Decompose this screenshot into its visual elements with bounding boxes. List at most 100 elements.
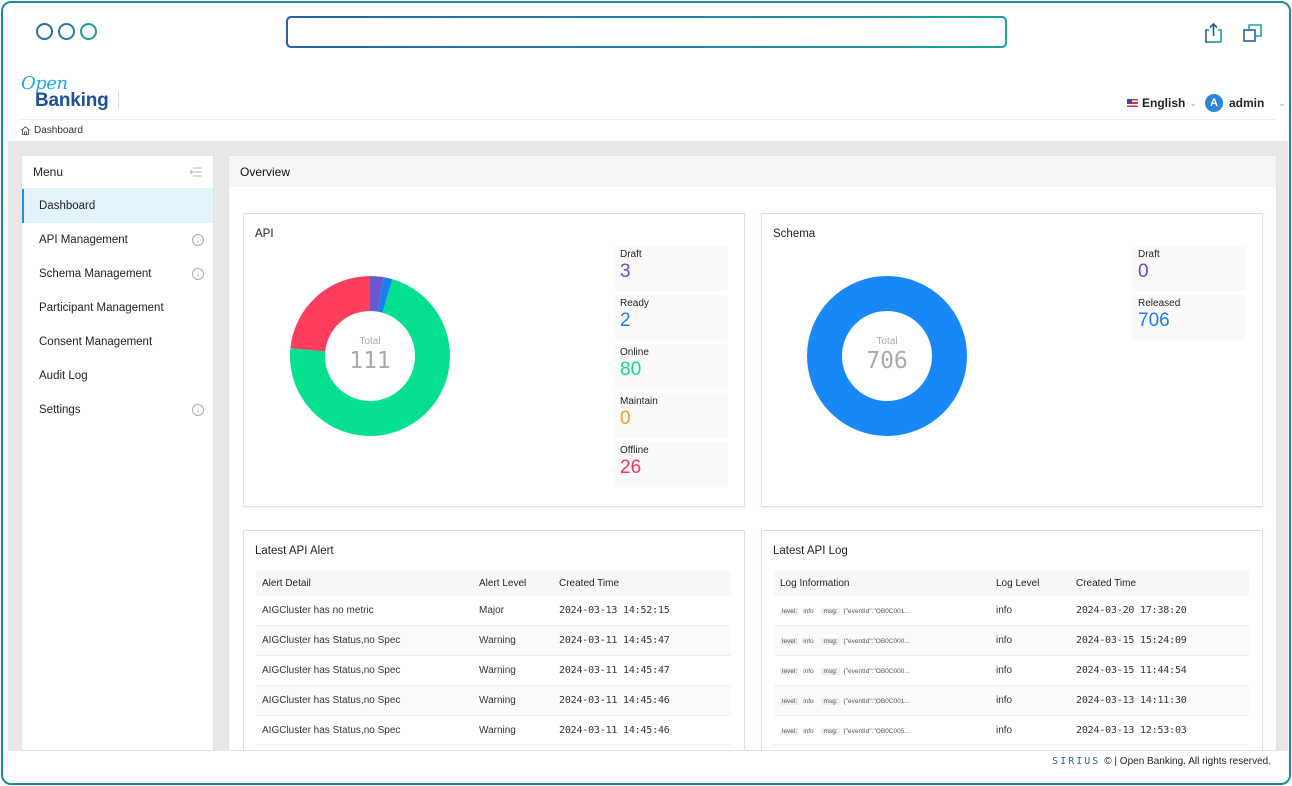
table-row[interactable]: level: info msg: {"eventId":"OB0C001... in… <box>774 685 1249 716</box>
table-row[interactable]: level: info msg: {"eventId":"OB0C000... in… <box>774 625 1249 657</box>
msg-tag: msg: <box>821 638 840 646</box>
created-time: 2024-03-13 14:11:30 <box>1070 685 1249 716</box>
expand-circle-icon[interactable]: ↓ <box>192 234 204 246</box>
schema-stat-released[interactable]: Released 706 <box>1132 295 1246 340</box>
main-panel: Overview API Total 111 Draft 3 Ready 2 O… <box>228 155 1277 751</box>
us-flag-icon <box>1127 99 1138 107</box>
sidebar-item-settings[interactable]: Settings ↓ <box>22 393 213 427</box>
share-icon[interactable] <box>1201 21 1225 45</box>
stat-label: Online <box>620 347 649 358</box>
schema-stat-draft[interactable]: Draft 0 <box>1132 246 1246 291</box>
sidebar-item-label: Audit Log <box>39 370 88 382</box>
avatar: A <box>1205 94 1223 112</box>
schema-donut-chart: Total 706 <box>806 275 968 437</box>
log-level-value: info <box>803 667 814 675</box>
alert-level: Warning <box>473 715 553 746</box>
log-level-value: info <box>803 727 814 735</box>
collapse-menu-icon[interactable] <box>189 166 203 178</box>
breadcrumb-item-dashboard[interactable]: Dashboard <box>34 125 83 136</box>
windows-icon[interactable] <box>1241 21 1265 45</box>
log-message: {"eventId":"OB0C001... <box>843 608 910 616</box>
home-icon[interactable] <box>20 125 31 136</box>
alert-detail: AIGCluster has Status,no Spec <box>256 655 473 686</box>
sidebar-item-schema-management[interactable]: Schema Management ↓ <box>22 257 213 291</box>
window-controls <box>36 23 97 40</box>
api-slice-offline[interactable] <box>290 276 370 352</box>
stat-label: Released <box>1138 298 1181 309</box>
table-row[interactable]: AIGCluster has Status,no Spec Warning 20… <box>256 715 731 746</box>
sidebar-item-participant-management[interactable]: Participant Management <box>22 291 213 325</box>
log-information: level: info msg: {"eventId":"OB0C001... <box>774 596 990 627</box>
table-row[interactable]: AIGCluster has no metric Major 2024-03-1… <box>256 596 731 627</box>
latest-api-log-card: Latest API Log Log Information Log Level… <box>761 530 1263 750</box>
app-header: Open Banking English ⌄ A admin ⌄ <box>19 67 1289 121</box>
open-banking-logo[interactable]: Open Banking <box>19 73 119 115</box>
stat-label: Draft <box>620 249 642 260</box>
window-control-maximize[interactable] <box>80 23 97 40</box>
stat-label: Offline <box>620 445 649 456</box>
expand-circle-icon[interactable]: ↓ <box>192 268 204 280</box>
table-row[interactable]: AIGCluster has Status,no Spec Warning 20… <box>256 685 731 716</box>
table-header-row: Alert Detail Alert Level Created Time <box>256 571 731 596</box>
log-level: info <box>990 625 1070 657</box>
schema-card: Schema Total 706 Draft 0 Released 706 <box>761 213 1263 507</box>
alert-card-title: Latest API Alert <box>255 545 334 557</box>
log-information: level: info msg: {"eventId":"OB0C001... <box>774 685 990 716</box>
sidebar-title: Menu <box>33 165 64 179</box>
table-row[interactable]: AIGCluster has Status,no Spec Warning 20… <box>256 625 731 657</box>
sidebar-item-label: Dashboard <box>39 200 96 212</box>
sidebar-item-api-management[interactable]: API Management ↓ <box>22 223 213 257</box>
api-stat-maintain[interactable]: Maintain 0 <box>614 393 728 438</box>
expand-circle-icon[interactable]: ↓ <box>192 404 204 416</box>
level-tag: level: <box>780 667 800 675</box>
api-stat-online[interactable]: Online 80 <box>614 344 728 389</box>
created-time: 2024-03-11 14:45:46 <box>553 715 731 746</box>
window-control-close[interactable] <box>36 23 53 40</box>
log-message: {"eventId":"OB0C000... <box>843 667 910 675</box>
table-row[interactable]: level: info msg: {"eventId":"OB0C005... in… <box>774 715 1249 746</box>
sidebar-item-label: Settings <box>39 404 81 416</box>
alert-detail: AIGCluster has no metric <box>256 596 473 627</box>
stat-label: Ready <box>620 298 649 309</box>
created-time: 2024-03-13 14:52:15 <box>553 596 731 627</box>
level-tag: level: <box>780 608 800 616</box>
sidebar-item-label: Consent Management <box>39 336 153 348</box>
stat-value: 0 <box>1138 261 1149 282</box>
log-level-value: info <box>803 608 814 616</box>
api-stat-draft[interactable]: Draft 3 <box>614 246 728 291</box>
sidebar-item-label: API Management <box>39 234 128 246</box>
log-information: level: info msg: {"eventId":"OB0C000... <box>774 625 990 657</box>
stat-value: 706 <box>1138 310 1170 331</box>
user-menu[interactable]: A admin ⌄ <box>1205 94 1286 112</box>
api-stat-offline[interactable]: Offline 26 <box>614 442 728 487</box>
table-row[interactable]: level: info msg: {"eventId":"OB0C000... in… <box>774 655 1249 686</box>
log-level: info <box>990 596 1070 627</box>
msg-tag: msg: <box>821 667 840 675</box>
level-tag: level: <box>780 697 800 705</box>
api-stat-ready[interactable]: Ready 2 <box>614 295 728 340</box>
chevron-down-icon: ⌄ <box>1278 97 1286 108</box>
table-row[interactable]: level: info msg: {"eventId":"OB0C001... in… <box>774 596 1249 627</box>
log-level-value: info <box>803 697 814 705</box>
alert-level: Warning <box>473 655 553 686</box>
address-bar[interactable] <box>286 16 1007 48</box>
sidebar-item-dashboard[interactable]: Dashboard <box>22 189 213 223</box>
language-selector[interactable]: English ⌄ <box>1127 96 1197 110</box>
alert-detail: AIGCluster has Status,no Spec <box>256 625 473 657</box>
stat-value: 0 <box>620 408 631 429</box>
column-header: Log Level <box>990 571 1070 596</box>
log-message: {"eventId":"OB0C000... <box>843 638 910 646</box>
latest-api-alert-card: Latest API Alert Alert Detail Alert Leve… <box>243 530 745 750</box>
sidebar-item-consent-management[interactable]: Consent Management <box>22 325 213 359</box>
log-information: level: info msg: {"eventId":"OB0C005... <box>774 715 990 746</box>
log-message: {"eventId":"OB0C005... <box>843 727 910 735</box>
stat-value: 26 <box>620 457 642 478</box>
log-card-title: Latest API Log <box>773 545 848 557</box>
alert-detail: AIGCluster has Status,no Spec <box>256 715 473 746</box>
log-level-value: info <box>803 638 814 646</box>
table-row[interactable]: AIGCluster has Status,no Spec Warning 20… <box>256 655 731 686</box>
sidebar-item-audit-log[interactable]: Audit Log <box>22 359 213 393</box>
schema-slice-released[interactable] <box>807 276 967 436</box>
window-control-minimize[interactable] <box>58 23 75 40</box>
window-frame: Open Banking English ⌄ A admin ⌄ Dashboa… <box>1 1 1291 785</box>
